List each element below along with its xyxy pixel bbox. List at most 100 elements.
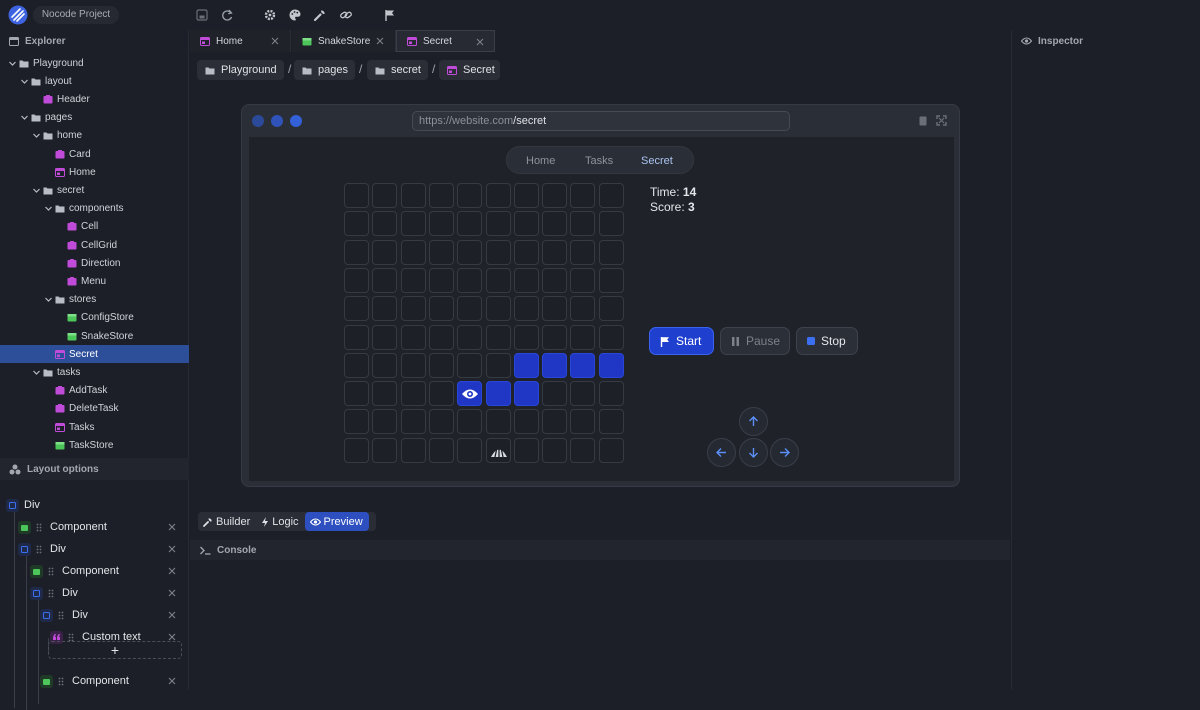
- nav-tasks[interactable]: Tasks: [585, 155, 613, 167]
- layout-item-store[interactable]: Component: [30, 561, 119, 581]
- chevron-down-icon[interactable]: [32, 186, 41, 195]
- drag-handle-icon[interactable]: [48, 567, 54, 576]
- tab-home[interactable]: Home: [190, 30, 291, 52]
- close-icon[interactable]: [376, 37, 384, 45]
- builder-tab[interactable]: Builder: [198, 512, 256, 531]
- grid-cell: [372, 183, 398, 208]
- direction-left-button[interactable]: [707, 438, 736, 467]
- tree-item-components[interactable]: components: [0, 200, 189, 218]
- drag-handle-icon[interactable]: [36, 523, 42, 532]
- grid-cell: [542, 324, 568, 350]
- direction-down-button[interactable]: [739, 438, 768, 467]
- direction-up-button[interactable]: [739, 407, 768, 436]
- folder-icon: [31, 78, 41, 86]
- nav-home[interactable]: Home: [526, 155, 555, 167]
- window-dot-close[interactable]: [252, 115, 264, 127]
- chevron-down-icon[interactable]: [20, 77, 29, 86]
- tree-item-header[interactable]: Header: [0, 90, 189, 108]
- breadcrumb-item[interactable]: secret: [367, 60, 428, 80]
- pause-button[interactable]: Pause: [720, 327, 790, 355]
- project-name[interactable]: Nocode Project: [33, 6, 119, 24]
- tree-item-tasks[interactable]: tasks: [0, 363, 189, 381]
- tree-item-cellgrid[interactable]: CellGrid: [0, 236, 189, 254]
- remove-icon[interactable]: [168, 545, 176, 553]
- start-button[interactable]: Start: [649, 327, 714, 355]
- window-dot-minimize[interactable]: [271, 115, 283, 127]
- component-icon: [67, 276, 77, 286]
- chevron-down-icon[interactable]: [8, 59, 17, 68]
- remove-icon[interactable]: [168, 589, 176, 597]
- layout-item-div[interactable]: Div: [6, 495, 40, 515]
- chevron-down-icon[interactable]: [32, 368, 41, 377]
- layout-item-store[interactable]: Component: [18, 517, 107, 537]
- console-header[interactable]: Console: [190, 540, 1010, 560]
- drag-handle-icon[interactable]: [36, 545, 42, 554]
- close-icon[interactable]: [271, 37, 279, 45]
- link-icon[interactable]: [339, 8, 353, 22]
- direction-right-button[interactable]: [770, 438, 799, 467]
- layout-item-div[interactable]: Div: [40, 605, 88, 625]
- mobile-view-icon[interactable]: [919, 116, 927, 126]
- url-bar[interactable]: https://website.com/secret: [412, 111, 790, 131]
- layout-item-div[interactable]: Div: [18, 539, 66, 559]
- tree-item-home[interactable]: Home: [0, 163, 189, 181]
- preview-tab[interactable]: Preview: [304, 512, 369, 531]
- add-element-button[interactable]: +: [48, 641, 182, 659]
- gear-icon[interactable]: [263, 8, 277, 22]
- tree-item-secret[interactable]: Secret: [0, 345, 189, 364]
- layout-item-div[interactable]: Div: [30, 583, 78, 603]
- tree-item-pages[interactable]: pages: [0, 109, 189, 127]
- tree-item-label: Direction: [81, 257, 121, 269]
- breadcrumb-item[interactable]: Playground: [197, 60, 284, 80]
- window-dot-maximize[interactable]: [290, 115, 302, 127]
- chevron-down-icon[interactable]: [44, 204, 53, 213]
- tree-item-card[interactable]: Card: [0, 145, 189, 163]
- save-icon[interactable]: [195, 8, 209, 22]
- tree-item-menu[interactable]: Menu: [0, 272, 189, 290]
- flag-icon[interactable]: [383, 8, 397, 22]
- nav-secret[interactable]: Secret: [641, 155, 673, 167]
- tree-item-layout[interactable]: layout: [0, 72, 189, 90]
- breadcrumb-item[interactable]: pages: [294, 60, 355, 80]
- wrench-icon[interactable]: [313, 8, 327, 22]
- chevron-down-icon[interactable]: [20, 113, 29, 122]
- tree-item-configstore[interactable]: ConfigStore: [0, 309, 189, 327]
- drag-handle-icon[interactable]: [48, 589, 54, 598]
- drag-handle-icon[interactable]: [58, 677, 64, 686]
- arrow-left-icon: [716, 448, 726, 457]
- tree-item-snakestore[interactable]: SnakeStore: [0, 327, 189, 345]
- chevron-down-icon[interactable]: [44, 295, 53, 304]
- tree-item-secret[interactable]: secret: [0, 181, 189, 199]
- fullscreen-icon[interactable]: [936, 115, 947, 126]
- remove-icon[interactable]: [168, 677, 176, 685]
- stop-button[interactable]: Stop: [796, 327, 858, 355]
- tab-secret[interactable]: Secret: [396, 30, 495, 52]
- tree-item-label: CellGrid: [81, 239, 118, 251]
- drag-handle-icon[interactable]: [58, 611, 64, 620]
- tree-item-stores[interactable]: stores: [0, 291, 189, 309]
- refresh-icon[interactable]: [220, 8, 234, 22]
- grid-cell: [344, 409, 369, 435]
- tree-item-tasks[interactable]: Tasks: [0, 418, 189, 436]
- tab-snakestore[interactable]: SnakeStore: [292, 30, 396, 52]
- tree-item-playground[interactable]: Playground: [0, 54, 189, 72]
- remove-icon[interactable]: [168, 523, 176, 531]
- remove-icon[interactable]: [168, 611, 176, 619]
- arrow-right-icon: [780, 448, 790, 457]
- logic-tab[interactable]: Logic: [256, 512, 304, 531]
- palette-icon[interactable]: [288, 8, 302, 22]
- grid-cell: [598, 324, 624, 350]
- remove-icon[interactable]: [168, 633, 176, 641]
- close-icon[interactable]: [476, 38, 484, 46]
- chevron-down-icon[interactable]: [32, 131, 41, 140]
- breadcrumb-item[interactable]: Secret: [439, 60, 500, 80]
- tree-item-deletetask[interactable]: DeleteTask: [0, 400, 189, 418]
- tree-item-home[interactable]: home: [0, 127, 189, 145]
- tree-item-addtask[interactable]: AddTask: [0, 382, 189, 400]
- layout-item-store[interactable]: Component: [40, 671, 129, 691]
- remove-icon[interactable]: [168, 567, 176, 575]
- breadcrumb-label: Playground: [221, 64, 277, 76]
- tree-item-taskstore[interactable]: TaskStore: [0, 436, 189, 454]
- tree-item-cell[interactable]: Cell: [0, 218, 189, 236]
- tree-item-direction[interactable]: Direction: [0, 254, 189, 272]
